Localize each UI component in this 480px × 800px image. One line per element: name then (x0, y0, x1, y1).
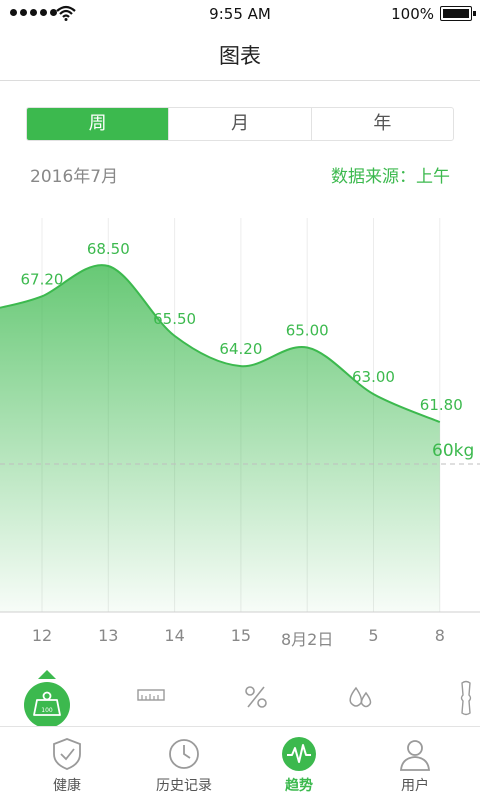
tab-history-label: 历史记录 (156, 778, 212, 794)
metric-selector: 100 (0, 662, 480, 728)
weight-icon: 100 (33, 691, 61, 716)
percent-icon[interactable] (243, 684, 269, 710)
tab-health[interactable]: 健康 (22, 735, 112, 795)
x-tick-label: 5 (368, 626, 379, 645)
pulse-icon (282, 737, 316, 771)
target-weight-label: 60kg (432, 441, 474, 461)
x-tick-label: 13 (98, 626, 119, 645)
water-drops-icon[interactable] (346, 684, 376, 710)
weight-trend-chart: 60kg 67.20 68.50 65.50 64.20 65.00 63.00 61.80 (0, 218, 480, 613)
weight-icon-value: 100 (41, 707, 53, 714)
x-tick-label: 12 (31, 626, 53, 645)
bone-icon[interactable] (458, 680, 474, 716)
data-label: 63.00 (352, 368, 395, 386)
tab-history[interactable]: 历史记录 (139, 735, 229, 795)
tab-trend[interactable]: 趋势 (254, 735, 344, 795)
data-label: 65.50 (153, 310, 196, 328)
x-tick-label: 15 (230, 626, 252, 645)
selected-indicator-icon (38, 670, 56, 679)
data-label: 68.50 (87, 240, 130, 258)
tab-user[interactable]: 用户 (370, 735, 460, 795)
tab-user-label: 用户 (401, 778, 429, 794)
bottom-tab-bar: 健康 历史记录 趋势 用户 (0, 727, 480, 800)
x-axis-labels: 12 13 14 15 8月2日 5 8 (0, 626, 480, 650)
tab-health-label: 健康 (53, 778, 81, 794)
x-tick-label: 8月2日 (281, 630, 334, 649)
user-icon (400, 740, 430, 771)
weight-metric-button[interactable]: 100 (24, 682, 70, 728)
tab-trend-label: 趋势 (285, 778, 313, 794)
data-label: 67.20 (21, 270, 64, 288)
x-tick-label: 14 (164, 626, 185, 645)
x-tick-label: 8 (434, 626, 445, 645)
clock-icon (169, 739, 199, 769)
shield-check-icon (53, 738, 81, 770)
data-label: 61.80 (420, 396, 463, 414)
data-label: 64.20 (219, 340, 262, 358)
data-label: 65.00 (286, 322, 329, 340)
ruler-icon[interactable] (136, 684, 166, 704)
